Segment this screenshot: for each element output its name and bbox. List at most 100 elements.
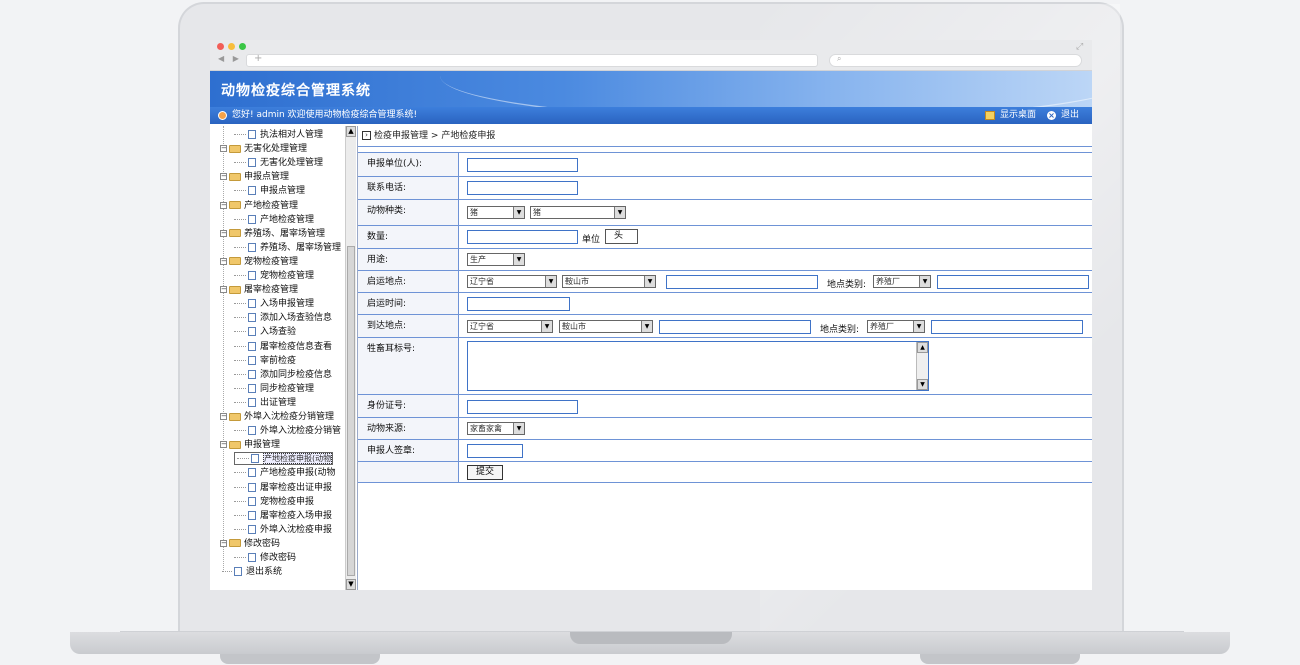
sidebar-item[interactable]: 养殖场、屠宰场管理 <box>234 241 341 255</box>
collapse-icon[interactable]: − <box>220 539 227 547</box>
source-select[interactable]: 家畜家禽 ▼ <box>467 422 525 435</box>
sidebar-folder[interactable]: − 申报管理 <box>220 438 280 452</box>
sidebar-item[interactable]: 产地检疫管理 <box>234 213 314 227</box>
sidebar-item[interactable]: 添加入场查验信息 <box>234 311 332 325</box>
species-category-select[interactable]: 猪 ▼ <box>467 206 525 219</box>
sidebar-folder[interactable]: − 外埠入沈检疫分销管理 <box>220 410 334 424</box>
scroll-up-icon[interactable]: ▲ <box>346 126 356 137</box>
origin-type-select[interactable]: 养殖厂 ▼ <box>873 275 931 288</box>
desktop-icon[interactable] <box>985 111 995 120</box>
sidebar-item[interactable]: 入场申报管理 <box>234 297 314 311</box>
sidebar-item[interactable]: 屠宰检疫出证申报 <box>234 481 332 495</box>
collapse-icon[interactable]: − <box>220 145 227 153</box>
form-row-usage: 用途: 生产 ▼ <box>358 249 1092 271</box>
breadcrumb-parent[interactable]: 检疫申报管理 <box>374 131 428 141</box>
dest-province-select[interactable]: 辽宁省 ▼ <box>467 320 553 333</box>
collapse-icon[interactable]: − <box>220 257 227 265</box>
sidebar-item[interactable]: 宠物检疫申报 <box>234 495 314 509</box>
tree-connector <box>234 162 246 164</box>
dest-type-input[interactable] <box>931 320 1083 334</box>
chevron-down-icon: ▼ <box>614 207 625 218</box>
submit-button[interactable]: 提交 <box>467 465 503 480</box>
collapse-icon[interactable]: − <box>220 413 227 420</box>
sidebar-item[interactable]: 入场查验 <box>234 325 296 339</box>
sidebar-folder[interactable]: − 宠物检疫管理 <box>220 255 298 269</box>
sidebar-item[interactable]: 执法相对人管理 <box>234 128 323 142</box>
collapse-icon[interactable]: − <box>220 286 227 294</box>
close-window-icon[interactable] <box>217 43 224 50</box>
sidebar-folder[interactable]: − 产地检疫管理 <box>220 199 298 213</box>
sidebar-item[interactable]: 宰前检疫 <box>234 354 296 368</box>
start-time-label: 启运时间: <box>358 293 459 314</box>
scroll-down-icon[interactable]: ▼ <box>917 379 928 390</box>
show-desktop-link[interactable]: 显示桌面 <box>1000 107 1036 124</box>
collapse-icon[interactable]: − <box>220 441 227 449</box>
sidebar-item[interactable]: 申报点管理 <box>234 184 305 198</box>
sidebar-folder[interactable]: − 修改密码 <box>220 537 280 551</box>
chevron-down-icon: ▼ <box>513 207 524 218</box>
sidebar-item-label: 产地检疫管理 <box>260 214 315 225</box>
origin-city-select[interactable]: 鞍山市 ▼ <box>562 275 656 288</box>
sidebar-item[interactable]: 屠宰检疫信息查看 <box>234 340 332 354</box>
textarea-scrollbar[interactable]: ▲ ▼ <box>916 342 928 390</box>
id-label: 身份证号: <box>358 395 459 417</box>
fullscreen-icon[interactable]: ⤢ <box>1076 42 1083 52</box>
usage-select[interactable]: 生产 ▼ <box>467 253 525 266</box>
start-time-input[interactable] <box>467 297 570 311</box>
sidebar-folder[interactable]: − 屠宰检疫管理 <box>220 283 298 297</box>
sidebar-item[interactable]: 产地检疫申报(动物 <box>234 452 334 466</box>
new-tab-icon[interactable]: + <box>254 53 262 64</box>
minimize-window-icon[interactable] <box>228 43 235 50</box>
sidebar-folder[interactable]: − 养殖场、屠宰场管理 <box>220 227 325 241</box>
page-icon <box>248 355 256 365</box>
eartag-label: 牲畜耳标号: <box>358 338 459 394</box>
origin-type-input[interactable] <box>937 275 1089 289</box>
folder-icon <box>229 201 241 209</box>
dest-city-select[interactable]: 鞍山市 ▼ <box>559 320 653 333</box>
phone-input[interactable] <box>467 181 578 195</box>
origin-address-input[interactable] <box>666 275 818 289</box>
welcome-bar: 您好! admin 欢迎使用动物检疫综合管理系统! 显示桌面 × 退出 <box>210 107 1092 124</box>
sidebar-scrollbar[interactable]: ▲ ▼ <box>345 126 356 590</box>
maximize-window-icon[interactable] <box>239 43 246 50</box>
sidebar-item[interactable]: 外埠入沈检疫分销管 <box>234 424 341 438</box>
sidebar-item[interactable]: 外埠入沈检疫申报 <box>234 523 332 537</box>
sidebar-item[interactable]: 产地检疫申报(动物 <box>234 466 336 480</box>
species-select[interactable]: 猪 ▼ <box>530 206 626 219</box>
chevron-down-icon: ▼ <box>513 423 524 434</box>
sidebar-item[interactable]: 宠物检疫管理 <box>234 269 314 283</box>
exit-link[interactable]: 退出 <box>1061 107 1079 124</box>
chevron-down-icon: ▼ <box>913 321 924 332</box>
sidebar-item[interactable]: 出证管理 <box>234 396 296 410</box>
signature-input[interactable] <box>467 444 523 458</box>
collapse-icon[interactable]: − <box>220 229 227 237</box>
dest-address-input[interactable] <box>659 320 811 334</box>
collapse-icon[interactable]: − <box>220 173 227 181</box>
sidebar-folder[interactable]: − 无害化处理管理 <box>220 142 307 156</box>
address-bar[interactable] <box>246 54 818 67</box>
scroll-up-icon[interactable]: ▲ <box>917 342 928 353</box>
scrollbar-thumb[interactable] <box>347 246 355 576</box>
browser-search-bar[interactable] <box>829 54 1082 67</box>
scroll-down-icon[interactable]: ▼ <box>346 579 356 590</box>
sidebar-item[interactable]: 同步检疫管理 <box>234 382 314 396</box>
sidebar-item[interactable]: 屠宰检疫入场申报 <box>234 509 332 523</box>
sidebar-folder[interactable]: − 申报点管理 <box>220 170 289 184</box>
id-input[interactable] <box>467 400 578 414</box>
unit-input[interactable]: 头 <box>605 229 638 244</box>
dest-type-select[interactable]: 养殖厂 ▼ <box>867 320 925 333</box>
dest-type-value: 养殖厂 <box>870 322 894 331</box>
collapse-icon[interactable]: − <box>220 201 227 209</box>
exit-icon[interactable]: × <box>1047 111 1056 120</box>
sidebar-item[interactable]: 修改密码 <box>234 551 296 565</box>
tree-connector <box>234 190 246 192</box>
sidebar-item[interactable]: 退出系统 <box>222 565 282 579</box>
quantity-input[interactable] <box>467 230 578 244</box>
sidebar-item[interactable]: 无害化处理管理 <box>234 156 323 170</box>
back-forward-icon[interactable]: ◀ ▶ <box>218 54 242 63</box>
origin-province-select[interactable]: 辽宁省 ▼ <box>467 275 557 288</box>
applicant-input[interactable] <box>467 158 578 172</box>
eartag-textarea[interactable]: ▲ ▼ <box>467 341 929 391</box>
page-icon <box>234 567 242 577</box>
sidebar-item[interactable]: 添加同步检疫信息 <box>234 368 332 382</box>
